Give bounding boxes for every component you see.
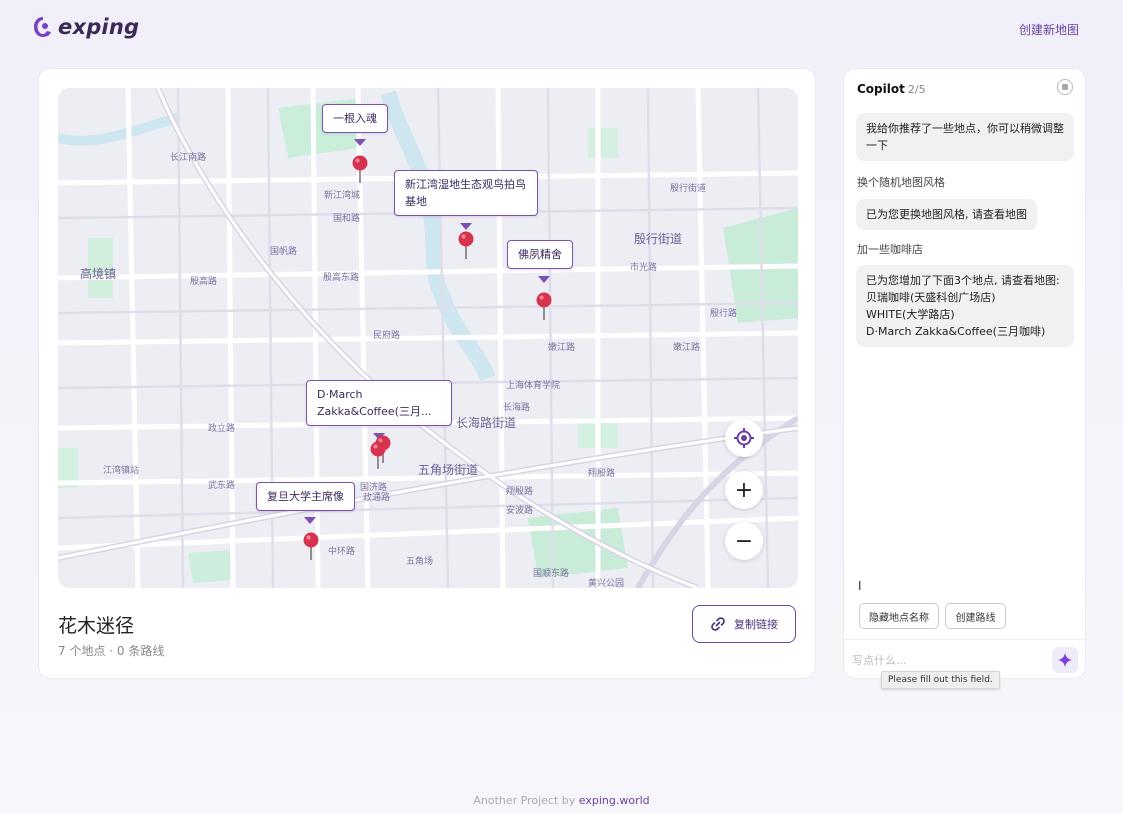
road-label: 殷高东路 xyxy=(323,273,360,283)
logo-text: exping xyxy=(58,15,140,39)
road-label: 中环路 xyxy=(328,547,356,557)
copilot-count: 2/5 xyxy=(907,83,926,96)
send-button[interactable] xyxy=(1052,647,1078,673)
road-label: 安波路 xyxy=(506,506,534,516)
road-label: 五角场 xyxy=(406,557,434,567)
message-line: 贝瑞咖啡(天盛科创广场店) xyxy=(866,291,996,304)
road-label: 市光路 xyxy=(630,263,658,273)
header: exping 创建新地图 xyxy=(0,0,1123,60)
place-label-foxu-jingshe[interactable]: 佛夙精舍 xyxy=(507,240,573,269)
locate-button[interactable] xyxy=(725,419,763,457)
road-label: 嫩江路 xyxy=(548,343,576,353)
map-pin-icon[interactable] xyxy=(456,230,476,260)
zoom-in-button[interactable]: + xyxy=(725,471,763,509)
copy-link-button[interactable]: 复制链接 xyxy=(692,605,796,643)
map-title: 花木迷径 xyxy=(58,615,135,637)
map-card: 长江南路 高境镇 殷高路 殷高东路 新江湾城 国和路 殷行街道 殷行街道 嫩江路… xyxy=(38,68,816,679)
zoom-out-button[interactable]: − xyxy=(725,522,763,560)
place-label-tail xyxy=(304,517,316,524)
map-canvas[interactable]: 长江南路 高境镇 殷高路 殷高东路 新江湾城 国和路 殷行街道 殷行街道 嫩江路… xyxy=(58,88,798,588)
place-label-xinjiangwan-wetland[interactable]: 新江湾湿地生态观鸟拍鸟基地 xyxy=(394,170,538,216)
copilot-title-text: Copilot xyxy=(857,82,905,96)
road-label: 政立路 xyxy=(208,424,236,434)
road-label: 上海体育学院 xyxy=(506,381,561,391)
place-label-fudan-statue[interactable]: 复旦大学主席像 xyxy=(256,482,355,511)
assistant-message: 已为您增加了下面3个地点, 请查看地图: 贝瑞咖啡(天盛科创广场店) WHITE… xyxy=(856,265,1074,347)
road-label: 翔殷路 xyxy=(588,469,616,479)
road-label: 国帆路 xyxy=(270,247,298,257)
road-label: 国和路 xyxy=(333,214,361,224)
footer-link[interactable]: exping.world xyxy=(579,794,650,807)
copy-link-label: 复制链接 xyxy=(734,618,778,631)
road-label: 殷行街道 xyxy=(634,232,683,246)
exping-logo-icon xyxy=(34,17,51,37)
road-label: 殷行路 xyxy=(710,309,738,319)
road-label: 嫩江路 xyxy=(673,343,701,353)
create-route-button[interactable]: 创建路线 xyxy=(945,603,1006,629)
footer-prefix: Another Project by xyxy=(473,794,576,807)
assistant-message: 我给你推荐了一些地点，你可以稍微调整一下 xyxy=(856,113,1074,161)
logo[interactable]: exping xyxy=(32,14,139,40)
road-label: 政通路 xyxy=(363,493,391,503)
crosshair-icon xyxy=(734,428,754,448)
message-line: WHITE(大学路店) xyxy=(866,308,955,321)
place-label-tail xyxy=(354,139,366,146)
road-label: 长海路 xyxy=(503,403,531,413)
map-pin-icon[interactable] xyxy=(350,154,370,184)
map-pin-icon[interactable] xyxy=(534,291,554,321)
divider xyxy=(844,639,1087,640)
assistant-message: 已为您更换地图风格, 请查看地图 xyxy=(856,199,1037,230)
user-message: 换个随机地图风格 xyxy=(857,176,945,189)
place-label-yigenruhun[interactable]: 一根入魂 xyxy=(322,104,388,133)
text-cursor: I xyxy=(858,579,862,593)
road-label: 殷高路 xyxy=(190,277,218,287)
copilot-input[interactable] xyxy=(852,649,1042,671)
road-label: 长海路街道 xyxy=(456,416,517,430)
stop-button[interactable] xyxy=(1057,79,1073,95)
road-label: 武东路 xyxy=(208,481,236,491)
create-map-link[interactable]: 创建新地图 xyxy=(1019,21,1079,38)
road-label: 民府路 xyxy=(373,331,401,341)
place-label-text: D·March Zakka&Coffee(三月... xyxy=(317,388,432,418)
road-label: 黄兴公园 xyxy=(588,579,625,588)
road-label: 翔殷路 xyxy=(506,487,534,497)
map-meta: 7 个地点 · 0 条路线 xyxy=(58,644,165,658)
footer: Another Project by exping.world xyxy=(0,794,1123,807)
message-line: 已为您增加了下面3个地点, 请查看地图: xyxy=(866,274,1060,287)
road-label: 长江南路 xyxy=(170,153,207,163)
map-pin-icon[interactable] xyxy=(368,440,388,470)
user-message: 加一些咖啡店 xyxy=(857,243,923,256)
road-label: 江湾镇站 xyxy=(103,466,140,476)
place-label-tail xyxy=(538,276,550,283)
place-label-text: 新江湾湿地生态观鸟拍鸟基地 xyxy=(405,178,526,208)
link-icon xyxy=(711,617,725,631)
road-label: 五角场街道 xyxy=(418,463,479,477)
map-base-layer xyxy=(58,88,798,588)
sparkle-icon xyxy=(1057,652,1073,668)
road-label: 国顺东路 xyxy=(533,569,570,579)
hide-place-names-button[interactable]: 隐藏地点名称 xyxy=(859,603,939,629)
stop-icon xyxy=(1062,84,1068,90)
copilot-title: Copilot 2/5 xyxy=(857,82,926,96)
copilot-panel: Copilot 2/5 我给你推荐了一些地点，你可以稍微调整一下 换个随机地图风格… xyxy=(843,68,1087,679)
map-pin-icon[interactable] xyxy=(301,531,321,561)
message-line: D·March Zakka&Coffee(三月咖啡) xyxy=(866,325,1046,338)
road-label: 高境镇 xyxy=(80,267,117,281)
place-label-dmarch[interactable]: D·March Zakka&Coffee(三月... xyxy=(306,380,452,426)
road-label: 殷行街道 xyxy=(670,184,707,194)
road-label: 新江湾城 xyxy=(324,191,361,201)
place-label-tail xyxy=(460,223,472,230)
validation-tooltip: Please fill out this field. xyxy=(881,671,1000,689)
